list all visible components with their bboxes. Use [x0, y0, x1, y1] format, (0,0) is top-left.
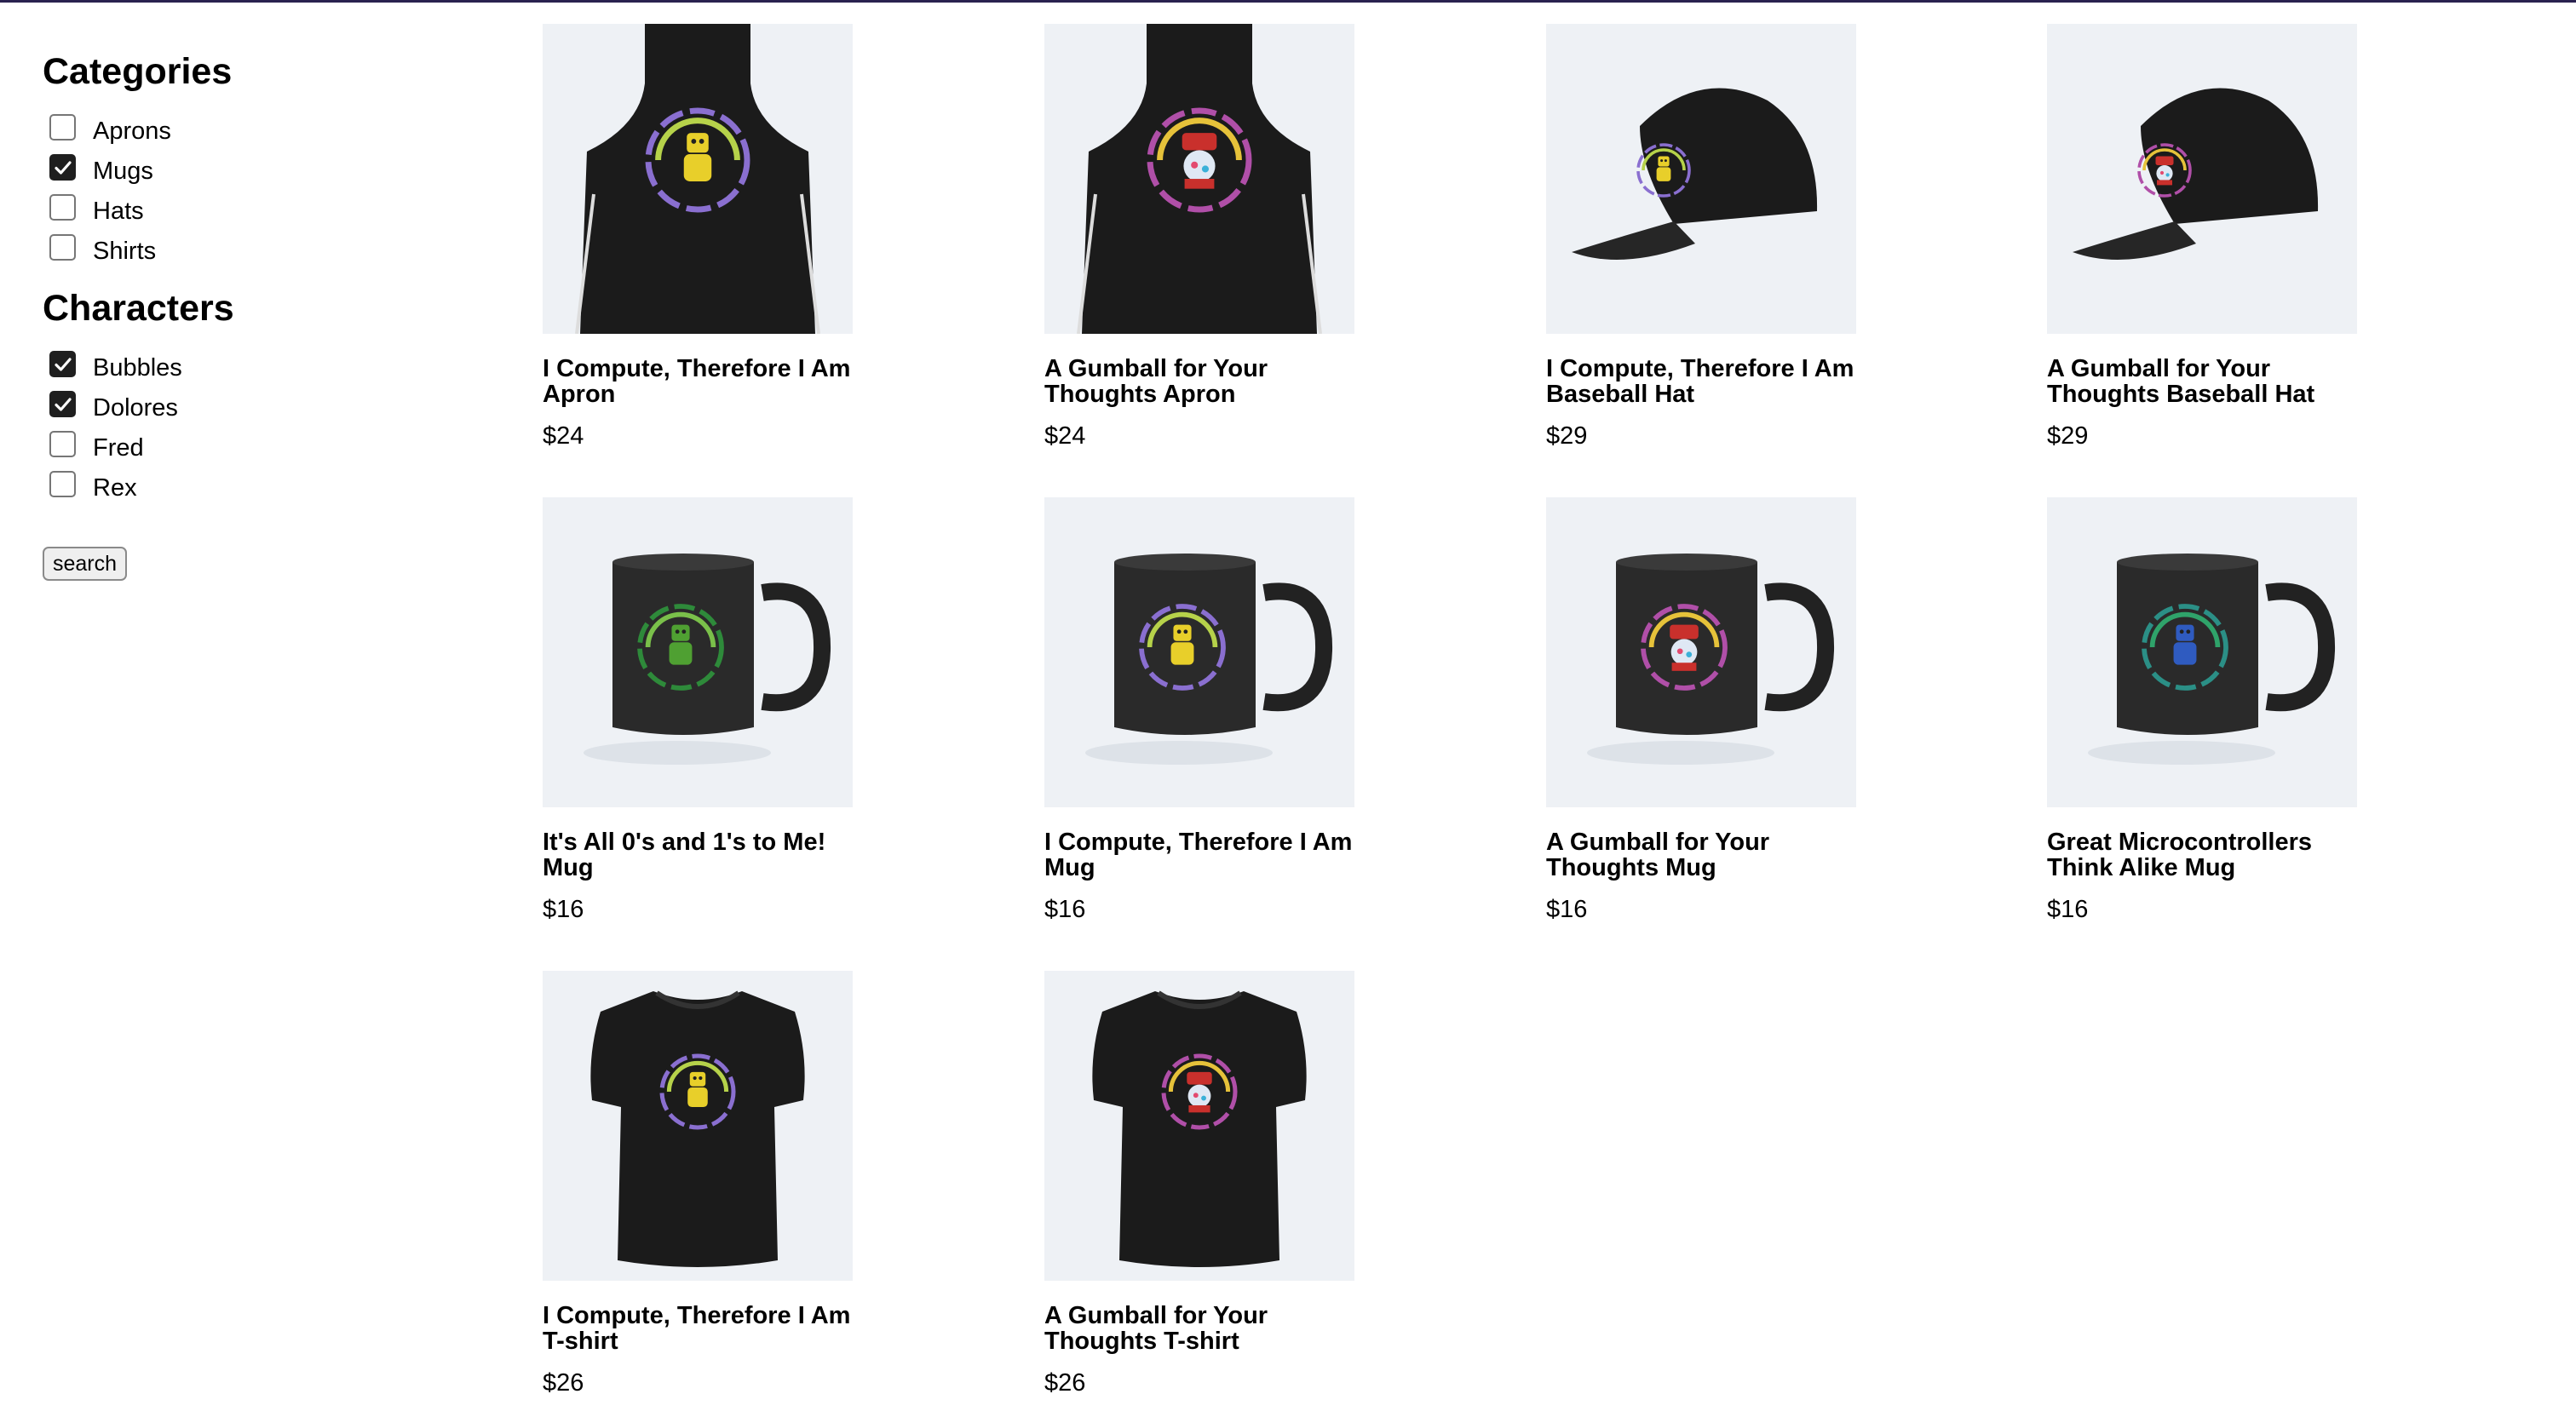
- product-name[interactable]: I Compute, Therefore I Am T-shirt: [543, 1303, 853, 1354]
- product-name[interactable]: A Gumball for Your Thoughts Apron: [1044, 356, 1354, 407]
- product-card[interactable]: I Compute, Therefore I Am Mug $16: [1044, 497, 1354, 924]
- product-name[interactable]: I Compute, Therefore I Am Mug: [1044, 829, 1354, 881]
- product-price: $16: [543, 896, 584, 923]
- filter-item-rex[interactable]: Rex: [43, 464, 451, 504]
- product-card[interactable]: I Compute, Therefore I Am T-shirt $26: [543, 971, 853, 1397]
- filter-label: Fred: [93, 434, 144, 462]
- checkmark-icon: [54, 357, 72, 371]
- filter-label: Bubbles: [93, 354, 182, 382]
- product-name[interactable]: A Gumball for Your Thoughts T-shirt: [1044, 1303, 1354, 1354]
- top-border: [0, 0, 2576, 3]
- apron-icon: [1077, 24, 1322, 334]
- shirt-icon: [590, 990, 805, 1267]
- filter-label: Rex: [93, 474, 137, 502]
- checkbox-hats[interactable]: [49, 194, 76, 221]
- shirt-icon: [1092, 990, 1307, 1267]
- mug-icon: [1085, 554, 1333, 765]
- checkmark-icon: [54, 160, 72, 175]
- filter-item-fred[interactable]: Fred: [43, 424, 451, 464]
- product-name[interactable]: A Gumball for Your Thoughts Baseball Hat: [2047, 356, 2357, 407]
- product-price: $16: [2047, 896, 2089, 923]
- filter-label: Dolores: [93, 394, 178, 422]
- filter-item-bubbles[interactable]: Bubbles: [43, 344, 451, 384]
- product-price: $24: [543, 422, 584, 450]
- checkbox-mugs[interactable]: [49, 154, 76, 181]
- product-name[interactable]: I Compute, Therefore I Am Apron: [543, 356, 853, 407]
- hat-icon: [2073, 88, 2319, 260]
- filter-item-mugs[interactable]: Mugs: [43, 147, 451, 187]
- filter-label: Mugs: [93, 158, 153, 185]
- product-card[interactable]: A Gumball for Your Thoughts Apron $24: [1044, 24, 1354, 450]
- checkbox-shirts[interactable]: [49, 234, 76, 261]
- product-image[interactable]: [1546, 24, 1856, 334]
- product-card[interactable]: A Gumball for Your Thoughts Baseball Hat…: [2047, 24, 2357, 450]
- filter-item-shirts[interactable]: Shirts: [43, 227, 451, 267]
- product-image[interactable]: [1044, 971, 1354, 1281]
- characters-list: Bubbles Dolores Fred Rex: [43, 344, 451, 504]
- product-card[interactable]: Great Microcontrollers Think Alike Mug $…: [2047, 497, 2357, 924]
- product-price: $16: [1546, 896, 1588, 923]
- product-name[interactable]: Great Microcontrollers Think Alike Mug: [2047, 829, 2357, 881]
- product-image[interactable]: [1044, 497, 1354, 807]
- filter-label: Shirts: [93, 238, 157, 265]
- product-price: $26: [1044, 1369, 1086, 1397]
- hat-icon: [1572, 88, 1818, 260]
- apron-icon: [575, 24, 820, 334]
- filter-item-aprons[interactable]: Aprons: [43, 107, 451, 147]
- filter-item-hats[interactable]: Hats: [43, 187, 451, 227]
- product-price: $16: [1044, 896, 1086, 923]
- product-name[interactable]: It's All 0's and 1's to Me! Mug: [543, 829, 853, 881]
- characters-section: Characters Bubbles Dolores Fred Rex: [43, 281, 451, 504]
- mug-icon: [2088, 554, 2336, 765]
- product-price: $24: [1044, 422, 1086, 450]
- product-card[interactable]: I Compute, Therefore I Am Baseball Hat $…: [1546, 24, 1856, 450]
- filter-item-dolores[interactable]: Dolores: [43, 384, 451, 424]
- product-price: $29: [2047, 422, 2089, 450]
- product-card[interactable]: It's All 0's and 1's to Me! Mug $16: [543, 497, 853, 924]
- checkbox-fred[interactable]: [49, 431, 76, 457]
- product-card[interactable]: A Gumball for Your Thoughts Mug $16: [1546, 497, 1856, 924]
- product-image[interactable]: [543, 497, 853, 807]
- filter-sidebar: Categories Aprons Mugs Hats Shirts Characte…: [43, 44, 451, 581]
- categories-list: Aprons Mugs Hats Shirts: [43, 107, 451, 267]
- product-card[interactable]: I Compute, Therefore I Am Apron $24: [543, 24, 853, 450]
- product-image[interactable]: [543, 971, 853, 1281]
- filter-label: Hats: [93, 198, 144, 225]
- categories-section: Categories Aprons Mugs Hats Shirts: [43, 44, 451, 267]
- product-name[interactable]: I Compute, Therefore I Am Baseball Hat: [1546, 356, 1856, 407]
- product-image[interactable]: [2047, 24, 2357, 334]
- product-image[interactable]: [1044, 24, 1354, 334]
- characters-heading: Characters: [43, 288, 234, 329]
- filter-label: Aprons: [93, 118, 171, 145]
- product-image[interactable]: [1546, 497, 1856, 807]
- product-image[interactable]: [543, 24, 853, 334]
- checkmark-icon: [54, 397, 72, 411]
- product-image[interactable]: [2047, 497, 2357, 807]
- product-name[interactable]: A Gumball for Your Thoughts Mug: [1546, 829, 1856, 881]
- checkbox-dolores[interactable]: [49, 391, 76, 417]
- product-price: $26: [543, 1369, 584, 1397]
- checkbox-rex[interactable]: [49, 471, 76, 497]
- search-button[interactable]: search: [43, 547, 128, 581]
- checkbox-aprons[interactable]: [49, 114, 76, 141]
- mug-icon: [584, 554, 831, 765]
- mug-icon: [1587, 554, 1835, 765]
- categories-heading: Categories: [43, 51, 233, 92]
- product-price: $29: [1546, 422, 1588, 450]
- product-card[interactable]: A Gumball for Your Thoughts T-shirt $26: [1044, 971, 1354, 1397]
- checkbox-bubbles[interactable]: [49, 351, 76, 377]
